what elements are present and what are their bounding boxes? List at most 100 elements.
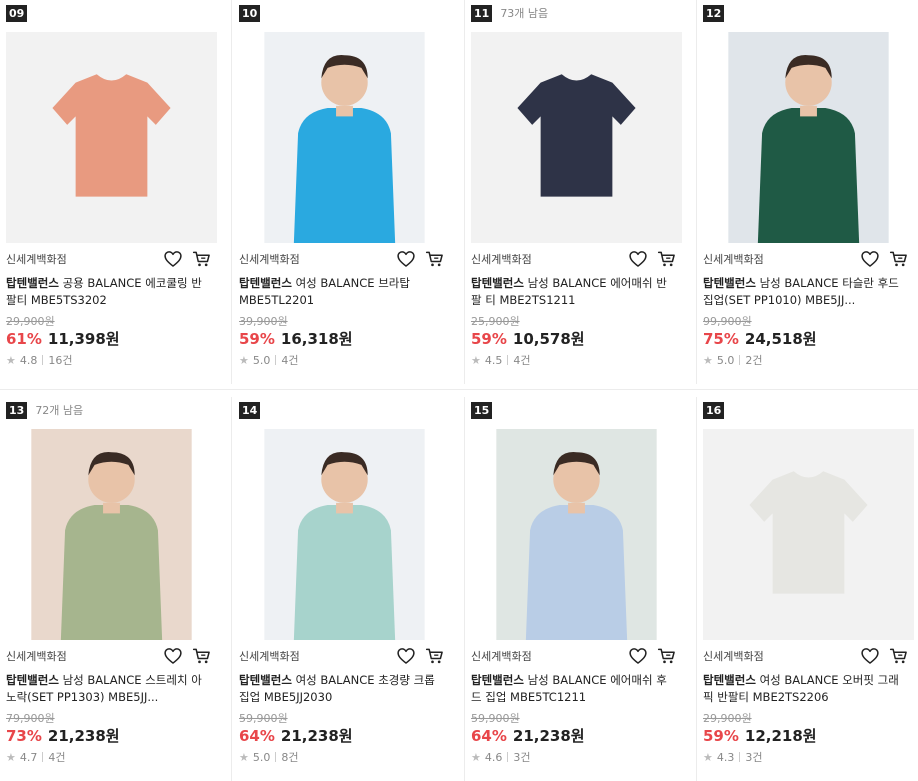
divider	[275, 752, 277, 762]
divider	[507, 752, 509, 762]
star-icon: ★	[703, 353, 713, 367]
product-title[interactable]: 탑텐밸런스 여성 BALANCE 초경량 크롭 집업 MBE5JJ2030	[239, 672, 444, 706]
product-title[interactable]: 탑텐밸런스 남성 BALANCE 스트레치 아노락(SET PP1303) MB…	[6, 672, 211, 706]
product-card[interactable]: 16 신세계백화점 탑텐밸런스 여성 BALANCE 오버핏 그래픽 반팔티 M…	[697, 397, 918, 781]
product-title[interactable]: 탑텐밸런스 공용 BALANCE 에코쿨링 반팔티 MBE5TS3202	[6, 275, 211, 309]
store-row: 신세계백화점	[6, 646, 217, 666]
rank-badge: 09	[6, 4, 28, 22]
rating-value: 5.0	[252, 750, 271, 764]
brand-name: 탑텐밸런스	[6, 673, 59, 687]
product-image[interactable]	[703, 32, 914, 243]
product-title[interactable]: 탑텐밸런스 여성 BALANCE 오버핏 그래픽 반팔티 MBE2TS2206	[703, 672, 908, 706]
heart-icon[interactable]	[860, 646, 880, 666]
store-name: 신세계백화점	[6, 650, 67, 663]
sale-price: 16,318원	[280, 330, 353, 348]
brand-name: 탑텐밸런스	[471, 276, 524, 290]
product-card[interactable]: 13 72개 남음 신세계백화점 탑텐밸런스 남성 BALANCE 스트레치 아…	[0, 397, 232, 781]
rating-value: 5.0	[716, 353, 735, 367]
original-price: 39,900원	[239, 315, 288, 328]
divider	[739, 355, 741, 365]
product-card[interactable]: 12 신세계백화점 탑텐밸런스 남성 BALANCE 타슬란 후드 집업(SET…	[697, 0, 918, 384]
review-count: 2건	[745, 354, 763, 367]
brand-name: 탑텐밸런스	[6, 276, 59, 290]
star-icon: ★	[703, 750, 713, 764]
heart-icon[interactable]	[628, 646, 648, 666]
product-image[interactable]	[471, 429, 682, 640]
original-price: 29,900원	[703, 712, 752, 725]
rank-row: 15	[471, 401, 500, 419]
discount-rate: 73%	[6, 727, 42, 745]
cart-icon[interactable]	[656, 249, 678, 269]
product-card[interactable]: 14 신세계백화점 탑텐밸런스 여성 BALANCE 초경량 크롭 집업 MBE…	[233, 397, 465, 781]
product-title[interactable]: 탑텐밸런스 남성 BALANCE 타슬란 후드 집업(SET PP1010) M…	[703, 275, 908, 309]
original-price: 79,900원	[6, 712, 55, 725]
product-image[interactable]	[471, 32, 682, 243]
review-row: ★ 4.3 3건	[703, 749, 763, 765]
product-image[interactable]	[6, 32, 217, 243]
review-row: ★ 5.0 2건	[703, 352, 763, 368]
review-row: ★ 4.7 4건	[6, 749, 66, 765]
product-card[interactable]: 09 신세계백화점 탑텐밸런스 공용 BALANCE 에코쿨링 반팔티 MBE5…	[0, 0, 232, 384]
cart-icon[interactable]	[888, 646, 910, 666]
discount-rate: 61%	[6, 330, 42, 348]
review-count: 3건	[513, 751, 531, 764]
discount-rate: 59%	[239, 330, 275, 348]
cart-icon[interactable]	[191, 646, 213, 666]
discount-rate: 59%	[703, 727, 739, 745]
product-title[interactable]: 탑텐밸런스 남성 BALANCE 에어매쉬 후드 집업 MBE5TC1211	[471, 672, 676, 706]
review-row: ★ 4.6 3건	[471, 749, 531, 765]
review-count: 4건	[48, 751, 66, 764]
review-row: ★ 4.8 16건	[6, 352, 73, 368]
store-row: 신세계백화점	[239, 249, 450, 269]
store-name: 신세계백화점	[239, 650, 300, 663]
heart-icon[interactable]	[396, 646, 416, 666]
star-icon: ★	[239, 353, 249, 367]
product-image[interactable]	[6, 429, 217, 640]
stock-remaining: 73개 남음	[500, 7, 549, 20]
cart-icon[interactable]	[424, 249, 446, 269]
store-row: 신세계백화점	[471, 646, 682, 666]
cart-icon[interactable]	[656, 646, 678, 666]
product-card[interactable]: 11 73개 남음 신세계백화점 탑텐밸런스 남성 BALANCE 에어매쉬 반…	[465, 0, 697, 384]
brand-name: 탑텐밸런스	[703, 673, 756, 687]
store-row: 신세계백화점	[703, 646, 914, 666]
price-row: 59% 10,578원	[471, 328, 585, 349]
rating-value: 4.6	[484, 750, 503, 764]
brand-name: 탑텐밸런스	[471, 673, 524, 687]
price-row: 75% 24,518원	[703, 328, 817, 349]
cart-icon[interactable]	[191, 249, 213, 269]
product-image[interactable]	[239, 429, 450, 640]
product-image[interactable]	[239, 32, 450, 243]
heart-icon[interactable]	[396, 249, 416, 269]
sale-price: 21,238원	[47, 727, 120, 745]
cart-icon[interactable]	[424, 646, 446, 666]
cart-icon[interactable]	[888, 249, 910, 269]
heart-icon[interactable]	[628, 249, 648, 269]
brand-name: 탑텐밸런스	[703, 276, 756, 290]
review-count: 4건	[281, 354, 299, 367]
product-card[interactable]: 15 신세계백화점 탑텐밸런스 남성 BALANCE 에어매쉬 후드 집업 MB…	[465, 397, 697, 781]
product-card[interactable]: 10 신세계백화점 탑텐밸런스 여성 BALANCE 브라탑 MBE5TL220…	[233, 0, 465, 384]
rank-row: 12	[703, 4, 732, 22]
rating-value: 4.7	[19, 750, 38, 764]
store-row: 신세계백화점	[471, 249, 682, 269]
heart-icon[interactable]	[163, 249, 183, 269]
divider	[507, 355, 509, 365]
heart-icon[interactable]	[860, 249, 880, 269]
review-row: ★ 5.0 4건	[239, 352, 299, 368]
product-title[interactable]: 탑텐밸런스 남성 BALANCE 에어매쉬 반팔 티 MBE2TS1211	[471, 275, 676, 309]
store-name: 신세계백화점	[239, 253, 300, 266]
review-count: 4건	[513, 354, 531, 367]
original-price: 59,900원	[239, 712, 288, 725]
product-image[interactable]	[703, 429, 914, 640]
sale-price: 21,238원	[280, 727, 353, 745]
heart-icon[interactable]	[163, 646, 183, 666]
store-name: 신세계백화점	[471, 650, 532, 663]
discount-rate: 64%	[239, 727, 275, 745]
product-title[interactable]: 탑텐밸런스 여성 BALANCE 브라탑 MBE5TL2201	[239, 275, 444, 309]
discount-rate: 59%	[471, 330, 507, 348]
divider	[42, 355, 44, 365]
price-row: 59% 12,218원	[703, 725, 817, 746]
store-name: 신세계백화점	[471, 253, 532, 266]
rank-badge: 13	[6, 401, 28, 419]
